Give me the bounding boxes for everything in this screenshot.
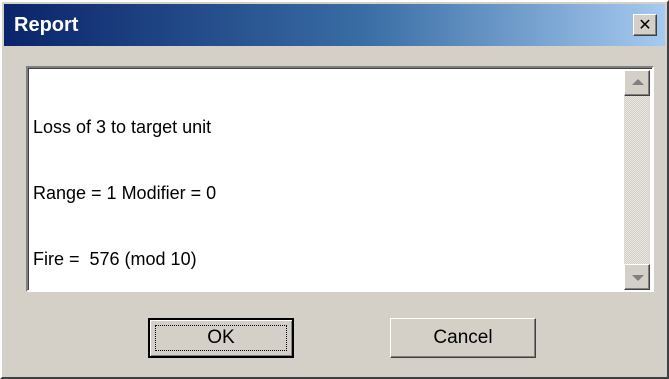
ok-button[interactable]: OK [148, 318, 294, 358]
focus-ring [155, 325, 287, 351]
report-text-area[interactable]: Loss of 3 to target unit Range = 1 Modif… [26, 66, 654, 292]
close-icon: ✕ [638, 15, 652, 34]
report-line: Fire = 576 (mod 10) [33, 249, 197, 269]
scroll-down-button[interactable] [624, 264, 650, 290]
cancel-button-label: Cancel [433, 327, 493, 348]
vertical-scrollbar[interactable] [624, 70, 650, 290]
cancel-button[interactable]: Cancel [390, 318, 536, 358]
report-line: Loss of 3 to target unit [33, 117, 212, 137]
scroll-up-button[interactable] [624, 70, 650, 96]
title-bar[interactable]: Report ✕ [4, 4, 665, 46]
report-line: Range = 1 Modifier = 0 [33, 183, 217, 203]
report-text: Loss of 3 to target unit Range = 1 Modif… [33, 72, 216, 314]
scroll-up-arrow-icon [632, 79, 644, 85]
close-button[interactable]: ✕ [633, 14, 657, 36]
scroll-down-arrow-icon [632, 275, 644, 281]
window-title: Report [14, 14, 79, 36]
report-dialog: Report ✕ Loss of 3 to target unit Range … [0, 0, 669, 379]
